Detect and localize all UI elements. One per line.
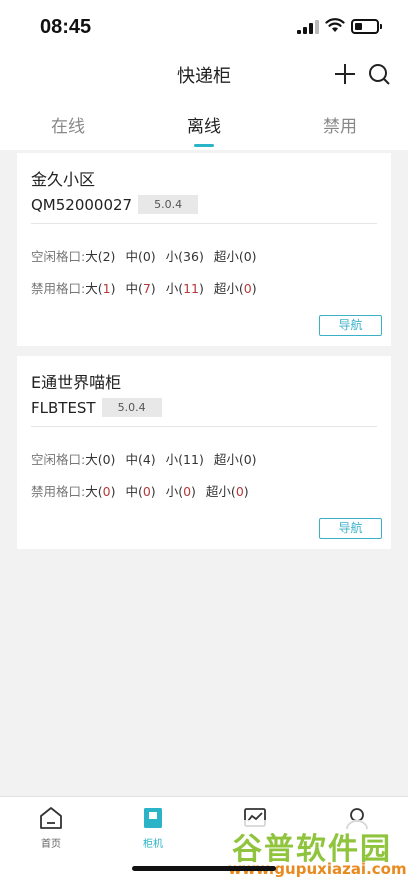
- wifi-icon: [325, 18, 345, 32]
- disabled-slot-medium: 中(0): [125, 484, 156, 499]
- version-badge: 5.0.4: [101, 398, 162, 417]
- nav-home-label: 首页: [41, 839, 61, 850]
- nav-cabinet-label: 柜机: [143, 839, 163, 850]
- status-time: 08:45: [40, 16, 92, 38]
- free-slot-xsmall: 超小(0): [213, 249, 257, 264]
- free-slot-xsmall: 超小(0): [213, 452, 257, 467]
- free-slots-row: 空闲格口: 大(2) 中(0) 小(36) 超小(0): [31, 246, 267, 265]
- tab-offline[interactable]: 离线: [136, 96, 272, 150]
- disabled-slot-small: 小(0): [165, 484, 196, 499]
- status-bar: 08:45: [0, 0, 408, 52]
- free-slot-small: 小(36): [165, 249, 204, 264]
- navigate-button[interactable]: 导航: [319, 315, 382, 336]
- cabinet-card[interactable]: E通世界喵柜 FLBTEST 5.0.4 空闲格口: 大(0) 中(4) 小(1…: [17, 356, 391, 549]
- plus-icon: [335, 64, 355, 84]
- cabinet-name: 金久小区: [31, 170, 96, 189]
- disabled-slots-row: 禁用格口: 大(1) 中(7) 小(11) 超小(0): [31, 278, 267, 297]
- add-button[interactable]: [333, 62, 357, 86]
- disabled-slots-label: 禁用格口:: [31, 281, 86, 296]
- tab-disabled[interactable]: 禁用: [272, 96, 408, 150]
- disabled-slot-large: 大(0): [85, 484, 116, 499]
- free-slot-medium: 中(0): [125, 249, 156, 264]
- divider: [31, 223, 377, 224]
- free-slots-label: 空闲格口:: [31, 452, 86, 467]
- cabinet-card[interactable]: 金久小区 QM52000027 5.0.4 空闲格口: 大(2) 中(0) 小(…: [17, 153, 391, 346]
- cabinet-code-row: FLBTEST 5.0.4: [31, 398, 162, 417]
- search-button[interactable]: [367, 62, 391, 86]
- search-icon: [369, 64, 390, 85]
- home-icon: [40, 807, 62, 829]
- nav-cabinet[interactable]: 柜机: [102, 805, 204, 850]
- disabled-slot-xsmall: 超小(0): [205, 484, 249, 499]
- cellular-signal-icon: [297, 20, 319, 34]
- free-slot-medium: 中(4): [125, 452, 156, 467]
- cabinet-icon: [144, 808, 162, 828]
- disabled-slots-row: 禁用格口: 大(0) 中(0) 小(0) 超小(0): [31, 481, 259, 500]
- disabled-slot-xsmall: 超小(0): [213, 281, 257, 296]
- cabinet-name: E通世界喵柜: [31, 373, 122, 392]
- disabled-slot-medium: 中(7): [125, 281, 156, 296]
- battery-icon: [351, 19, 382, 34]
- disabled-slot-small: 小(11): [165, 281, 204, 296]
- status-tabs: 在线 离线 禁用: [0, 96, 408, 150]
- version-badge: 5.0.4: [138, 195, 199, 214]
- navigate-button[interactable]: 导航: [319, 518, 382, 539]
- app-header: 快递柜: [0, 52, 408, 96]
- disabled-slot-large: 大(1): [85, 281, 116, 296]
- free-slots-row: 空闲格口: 大(0) 中(4) 小(11) 超小(0): [31, 449, 267, 468]
- free-slot-large: 大(2): [85, 249, 116, 264]
- cabinet-code: FLBTEST: [31, 398, 96, 417]
- watermark: 谷普软件园 www.gupuxiazai.com: [220, 820, 407, 882]
- home-indicator: [132, 866, 276, 871]
- tab-online[interactable]: 在线: [0, 96, 136, 150]
- disabled-slots-label: 禁用格口:: [31, 484, 86, 499]
- cabinet-code-row: QM52000027 5.0.4: [31, 195, 199, 214]
- free-slots-label: 空闲格口:: [31, 249, 86, 264]
- free-slot-small: 小(11): [165, 452, 204, 467]
- divider: [31, 426, 377, 427]
- nav-home[interactable]: 首页: [0, 805, 102, 850]
- free-slot-large: 大(0): [85, 452, 116, 467]
- cabinet-code: QM52000027: [31, 195, 133, 214]
